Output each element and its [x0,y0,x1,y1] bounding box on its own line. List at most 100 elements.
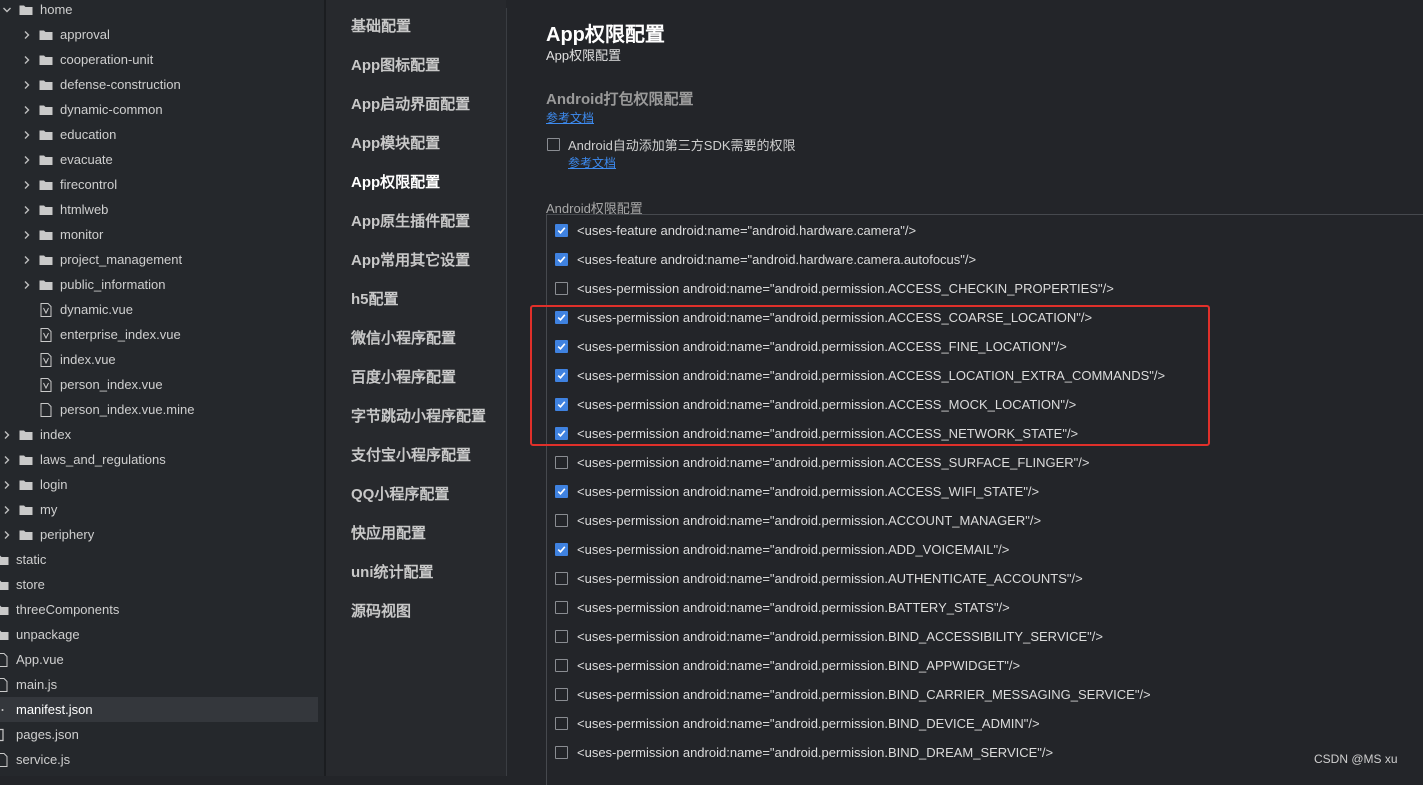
tree-item[interactable]: approval [0,22,324,47]
tree-item[interactable]: threeComponents [0,597,318,622]
tree-item[interactable]: periphery [0,522,320,547]
nav-item[interactable]: App权限配置 [351,171,440,195]
nav-item[interactable]: h5配置 [351,288,399,312]
permission-row[interactable]: <uses-permission android:name="android.p… [555,274,1114,303]
tree-item[interactable]: service.js [0,747,318,772]
tree-item[interactable]: monitor [0,222,324,247]
chevron-right-icon[interactable] [2,505,12,515]
auto-add-checkbox[interactable] [547,138,560,151]
tree-item[interactable]: home [0,0,320,22]
permission-checkbox-checked[interactable] [555,340,568,353]
nav-item[interactable]: 字节跳动小程序配置 [351,405,486,429]
chevron-right-icon[interactable] [22,205,32,215]
permission-row[interactable]: <uses-permission android:name="android.p… [555,622,1103,651]
permission-row[interactable]: <uses-feature android:name="android.hard… [555,216,916,245]
permission-row[interactable]: <uses-permission android:name="android.p… [555,738,1053,767]
tree-item[interactable]: education [0,122,324,147]
nav-item[interactable]: App图标配置 [351,54,440,78]
permission-row[interactable]: <uses-feature android:name="android.hard… [555,245,976,274]
tree-item[interactable]: App.vue [0,647,318,672]
tree-item[interactable]: my [0,497,320,522]
permission-row[interactable]: <uses-permission android:name="android.p… [555,535,1009,564]
chevron-right-icon[interactable] [2,530,12,540]
chevron-right-icon[interactable] [22,230,32,240]
tree-item[interactable]: main.js [0,672,318,697]
tree-item[interactable]: manifest.json [0,697,318,722]
tree-item[interactable]: person_index.vue [0,372,324,397]
nav-item[interactable]: App原生插件配置 [351,210,470,234]
tree-item[interactable]: static [0,547,318,572]
tree-item[interactable]: login [0,472,320,497]
chevron-right-icon[interactable] [22,155,32,165]
tree-item[interactable]: cooperation-unit [0,47,324,72]
tree-item[interactable]: defense-construction [0,72,324,97]
chevron-right-icon[interactable] [22,280,32,290]
tree-item[interactable]: store [0,572,318,597]
chevron-right-icon[interactable] [2,430,12,440]
chevron-right-icon[interactable] [22,130,32,140]
permission-checkbox[interactable] [555,717,568,730]
permission-checkbox[interactable] [555,746,568,759]
permissions-list[interactable]: <uses-feature android:name="android.hard… [546,214,1423,785]
tree-item[interactable]: enterprise_index.vue [0,322,324,347]
permission-checkbox-checked[interactable] [555,398,568,411]
nav-item[interactable]: App启动界面配置 [351,93,470,117]
tree-item[interactable]: dynamic.vue [0,297,324,322]
reference-doc-link[interactable]: 参考文档 [546,109,594,126]
permission-checkbox[interactable] [555,688,568,701]
chevron-right-icon[interactable] [2,480,12,490]
permission-checkbox[interactable] [555,282,568,295]
permission-checkbox-checked[interactable] [555,369,568,382]
permission-checkbox-checked[interactable] [555,485,568,498]
tree-item[interactable]: pages.json [0,722,318,747]
chevron-right-icon[interactable] [22,55,32,65]
chevron-right-icon[interactable] [22,30,32,40]
permission-checkbox-checked[interactable] [555,311,568,324]
nav-item[interactable]: App模块配置 [351,132,440,156]
chevron-right-icon[interactable] [22,255,32,265]
permission-checkbox[interactable] [555,514,568,527]
nav-item[interactable]: 百度小程序配置 [351,366,456,390]
tree-item[interactable]: dynamic-common [0,97,324,122]
permission-row[interactable]: <uses-permission android:name="android.p… [555,448,1089,477]
permission-row[interactable]: <uses-permission android:name="android.p… [555,680,1151,709]
permission-checkbox[interactable] [555,601,568,614]
nav-item[interactable]: 基础配置 [351,15,411,39]
tree-item[interactable]: unpackage [0,622,318,647]
permission-row[interactable]: <uses-permission android:name="android.p… [555,477,1039,506]
tree-item[interactable]: index [0,422,320,447]
nav-item[interactable]: QQ小程序配置 [351,483,449,507]
permission-row[interactable]: <uses-permission android:name="android.p… [555,564,1083,593]
nav-item[interactable]: 源码视图 [351,600,411,624]
permission-row[interactable]: <uses-permission android:name="android.p… [555,390,1076,419]
chevron-right-icon[interactable] [22,105,32,115]
permission-checkbox[interactable] [555,630,568,643]
permission-row[interactable]: <uses-permission android:name="android.p… [555,506,1041,535]
permission-checkbox[interactable] [555,456,568,469]
auto-add-sdk-permissions-option[interactable]: Android自动添加第三方SDK需要的权限 [547,135,796,154]
permission-checkbox-checked[interactable] [555,253,568,266]
nav-item[interactable]: 快应用配置 [351,522,426,546]
nav-item[interactable]: 支付宝小程序配置 [351,444,471,468]
auto-add-reference-link[interactable]: 参考文档 [568,154,616,171]
tree-item[interactable]: person_index.vue.mine [0,397,324,422]
nav-item[interactable]: 微信小程序配置 [351,327,456,351]
nav-item[interactable]: App常用其它设置 [351,249,470,273]
tree-item[interactable]: laws_and_regulations [0,447,320,472]
permission-checkbox-checked[interactable] [555,543,568,556]
chevron-right-icon[interactable] [22,80,32,90]
permission-row[interactable]: <uses-permission android:name="android.p… [555,332,1067,361]
permission-row[interactable]: <uses-permission android:name="android.p… [555,651,1020,680]
permission-checkbox-checked[interactable] [555,224,568,237]
permission-checkbox-checked[interactable] [555,427,568,440]
tree-item[interactable]: evacuate [0,147,324,172]
permission-checkbox[interactable] [555,572,568,585]
chevron-right-icon[interactable] [2,455,12,465]
tree-item[interactable]: project_management [0,247,324,272]
tree-item[interactable]: firecontrol [0,172,324,197]
permission-row[interactable]: <uses-permission android:name="android.p… [555,419,1078,448]
tree-item[interactable]: htmlweb [0,197,324,222]
permission-row[interactable]: <uses-permission android:name="android.p… [555,361,1165,390]
permission-row[interactable]: <uses-permission android:name="android.p… [555,593,1010,622]
nav-item[interactable]: uni统计配置 [351,561,434,585]
